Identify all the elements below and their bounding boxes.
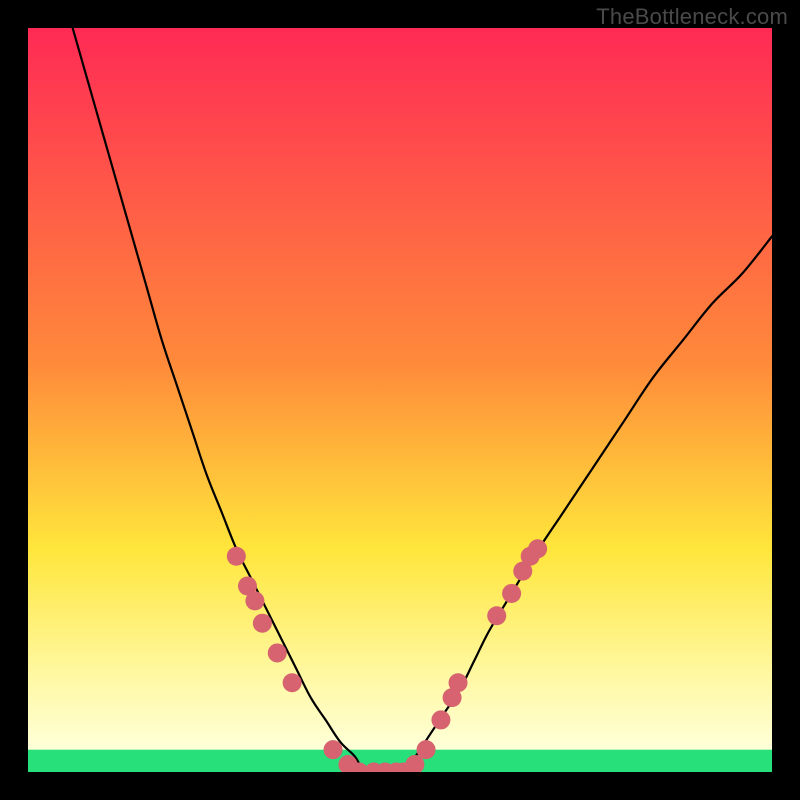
data-point-right: [417, 740, 436, 759]
chart-svg: [28, 28, 772, 772]
chart-background-gradient: [28, 28, 772, 772]
data-point-left: [227, 547, 246, 566]
data-point-right: [487, 606, 506, 625]
data-point-right: [502, 584, 521, 603]
data-point-right: [449, 673, 468, 692]
data-point-left: [253, 614, 272, 633]
chart-plot-area: [28, 28, 772, 772]
data-point-left: [268, 643, 287, 662]
data-point-right: [528, 539, 547, 558]
watermark-label: TheBottleneck.com: [596, 4, 788, 30]
data-point-left: [324, 740, 343, 759]
data-point-left: [283, 673, 302, 692]
data-point-right: [431, 710, 450, 729]
data-point-left: [245, 591, 264, 610]
